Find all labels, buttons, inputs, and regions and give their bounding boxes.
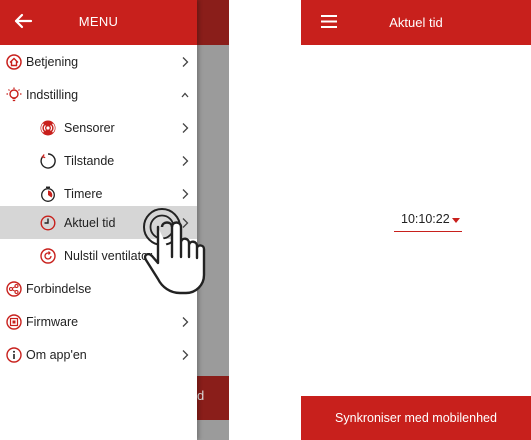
menu-item-label: Tilstande (64, 153, 115, 168)
chip-icon (6, 313, 22, 330)
menu-item-label: Betjening (26, 54, 79, 69)
menu-item-om-appen[interactable]: Om app'en (0, 338, 197, 371)
home-icon (6, 53, 22, 70)
chevron-up-icon (181, 92, 189, 97)
app-header: Aktuel tid (301, 0, 531, 45)
background-app-footer: d (197, 376, 229, 420)
background-footer-text: d (197, 388, 205, 403)
chevron-right-icon (182, 122, 189, 133)
reset-icon (40, 247, 56, 264)
menu-item-firmware[interactable]: Firmware (0, 305, 197, 338)
menu-item-label: Forbindelse (26, 281, 92, 296)
menu-item-label: Indstilling (26, 87, 79, 102)
chevron-right-icon (182, 188, 189, 199)
menu-item-label: Sensorer (64, 120, 115, 135)
chevron-right-icon (182, 56, 189, 67)
mode-circle-icon (40, 152, 56, 169)
info-icon (6, 346, 22, 363)
menu-item-label: Timere (64, 186, 103, 201)
chevron-right-icon (182, 155, 189, 166)
drawer-header: MENU (0, 0, 197, 45)
menu-item-label: Nulstil ventilator (64, 248, 153, 263)
time-value: 10:10:22 (401, 212, 450, 226)
drawer-title: MENU (78, 14, 119, 29)
background-app-header (197, 0, 229, 45)
menu-item-label: Firmware (26, 314, 79, 329)
menu-item-betjening[interactable]: Betjening (0, 45, 197, 78)
chevron-right-icon (182, 316, 189, 327)
dropdown-caret-icon (452, 218, 460, 223)
menu-item-sensorer[interactable]: Sensorer (0, 111, 197, 144)
menu-item-label: Om app'en (26, 347, 87, 362)
menu-item-label: Aktuel tid (64, 215, 116, 230)
share-icon (6, 280, 22, 297)
menu-item-tilstande[interactable]: Tilstande (0, 144, 197, 177)
chevron-right-icon (182, 349, 189, 360)
sync-button-label: Synkroniser med mobilenhed (335, 411, 497, 425)
left-phone-screen: d MENU Betjening Indstilling Sensorer Ti… (0, 0, 229, 440)
timer-icon (40, 186, 56, 202)
tap-gesture-hand-icon (143, 208, 206, 295)
clock-icon (40, 214, 56, 231)
menu-item-indstilling[interactable]: Indstilling (0, 78, 197, 111)
sync-with-mobile-button[interactable]: Synkroniser med mobilenhed (301, 396, 531, 440)
settings-bulb-icon (6, 87, 22, 103)
time-picker-dropdown[interactable]: 10:10:22 (394, 210, 462, 232)
page-title: Aktuel tid (389, 15, 443, 30)
sensor-icon (40, 120, 56, 136)
right-phone-screen: Aktuel tid 10:10:22 Synkroniser med mobi… (301, 0, 531, 440)
